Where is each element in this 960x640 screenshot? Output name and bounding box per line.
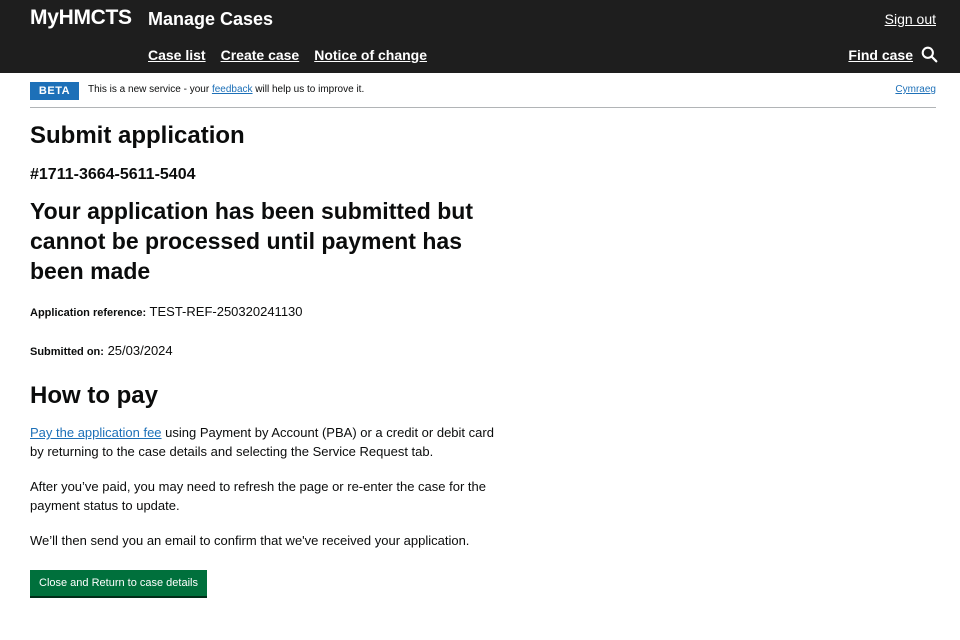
brand-logo: MyHMCTS <box>30 6 132 29</box>
sign-out-link[interactable]: Sign out <box>885 11 936 27</box>
beta-tag: BETA <box>30 82 79 100</box>
page-title: Submit application <box>30 122 245 149</box>
feedback-link[interactable]: feedback <box>212 84 253 95</box>
nav-notice-of-change[interactable]: Notice of change <box>314 47 427 63</box>
header: MyHMCTS Manage Cases Sign out Case list … <box>0 0 960 73</box>
case-number: #1711-3664-5611-5404 <box>30 166 196 183</box>
pay-instructions: Pay the application fee using Payment by… <box>30 425 494 459</box>
search-icon[interactable] <box>921 46 938 63</box>
service-name[interactable]: Manage Cases <box>148 9 273 30</box>
primary-nav: Case list Create case Notice of change <box>148 47 427 63</box>
find-case-link[interactable]: Find case <box>848 47 913 63</box>
language-toggle-link[interactable]: Cymraeg <box>895 84 936 95</box>
submitted-on-label: Submitted on <box>30 346 101 358</box>
phase-banner-text: This is a new service - your feedback wi… <box>88 84 365 95</box>
phase-banner: BETA This is a new service - your feedba… <box>30 82 936 108</box>
application-reference-label: Application reference <box>30 307 143 319</box>
submitted-on-value: 25/03/2024 <box>107 343 173 358</box>
nav-case-list[interactable]: Case list <box>148 47 206 63</box>
application-reference: Application reference: TEST-REF-25032024… <box>30 304 303 319</box>
close-and-return-button[interactable]: Close and Return to case details <box>30 569 207 596</box>
find-case[interactable]: Find case <box>848 46 938 63</box>
nav-create-case[interactable]: Create case <box>221 47 300 63</box>
main-content: Submit application #1711-3664-5611-5404 … <box>30 120 500 596</box>
submitted-on: Submitted on: 25/03/2024 <box>30 343 173 358</box>
pay-application-fee-link[interactable]: Pay the application fee <box>30 425 162 440</box>
email-notice: We’ll then send you an email to confirm … <box>30 533 470 548</box>
application-reference-value: TEST-REF-250320241130 <box>149 304 303 319</box>
how-to-pay-heading: How to pay <box>30 382 159 409</box>
refresh-instructions: After you’ve paid, you may need to refre… <box>30 479 486 513</box>
confirmation-heading: Your application has been submitted but … <box>30 198 473 284</box>
